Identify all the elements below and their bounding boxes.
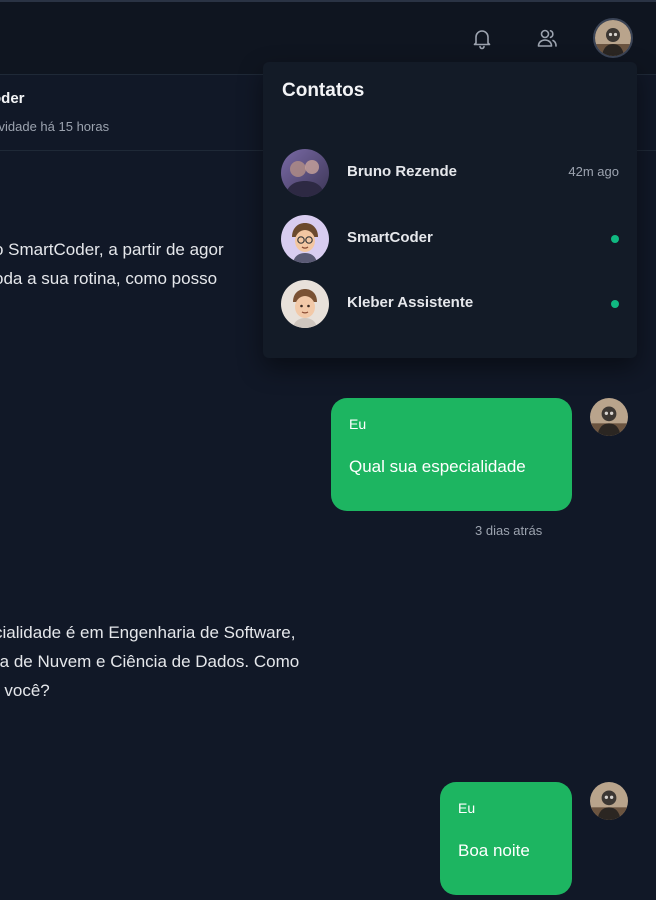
message-text: Boa noite xyxy=(458,841,530,860)
contact-name: Bruno Rezende xyxy=(347,163,458,180)
contacts-dropdown: Contatos Bruno Rezende 42m ago SmartCode… xyxy=(263,62,637,358)
contact-item-smartcoder[interactable]: SmartCoder xyxy=(263,211,637,267)
contact-avatar xyxy=(281,215,329,263)
message-avatar xyxy=(590,782,628,820)
message-sender: Eu xyxy=(349,416,367,432)
chat-last-activity: tividade há 15 horas xyxy=(0,119,110,134)
online-status-indicator xyxy=(611,235,619,243)
outgoing-message-bubble: Eu Qual sua especialidade xyxy=(331,398,572,511)
message-line: cialidade é em Engenharia de Software, xyxy=(0,623,296,642)
contact-item-kleber-assistente[interactable]: Kleber Assistente xyxy=(263,276,637,332)
user-avatar-button[interactable] xyxy=(593,18,633,58)
message-sender: Eu xyxy=(458,800,476,816)
message-line: ra de Nuvem e Ciência de Dados. Como xyxy=(0,652,300,671)
contact-avatar xyxy=(281,149,329,197)
chat-contact-name: oder xyxy=(0,90,25,107)
contacts-button[interactable] xyxy=(531,22,563,54)
avatar xyxy=(590,782,628,820)
message-line: o SmartCoder, a partir de agor xyxy=(0,240,224,259)
message-line: oda a sua rotina, como posso xyxy=(0,269,218,288)
contact-last-seen: 42m ago xyxy=(568,164,619,179)
avatar xyxy=(281,215,329,263)
avatar xyxy=(281,149,329,197)
users-icon xyxy=(537,29,557,47)
avatar xyxy=(595,20,631,56)
message-text: Qual sua especialidade xyxy=(349,457,526,476)
outgoing-message-bubble: Eu Boa noite xyxy=(440,782,572,895)
avatar xyxy=(281,280,329,328)
contact-name: SmartCoder xyxy=(347,229,433,246)
message-timestamp: 3 dias atrás xyxy=(475,523,543,538)
notifications-button[interactable] xyxy=(466,22,498,54)
incoming-message-2: cialidade é em Engenharia de Software, r… xyxy=(0,618,299,705)
message-avatar xyxy=(590,398,628,436)
contacts-title: Contatos xyxy=(282,80,365,101)
message-line: r você? xyxy=(0,681,50,700)
avatar xyxy=(590,398,628,436)
bell-icon xyxy=(473,30,491,50)
contact-item-bruno-rezende[interactable]: Bruno Rezende 42m ago xyxy=(263,145,637,201)
contact-name: Kleber Assistente xyxy=(347,294,474,311)
incoming-message-1: o SmartCoder, a partir de agor oda a sua… xyxy=(0,235,224,293)
online-status-indicator xyxy=(611,300,619,308)
contact-avatar xyxy=(281,280,329,328)
